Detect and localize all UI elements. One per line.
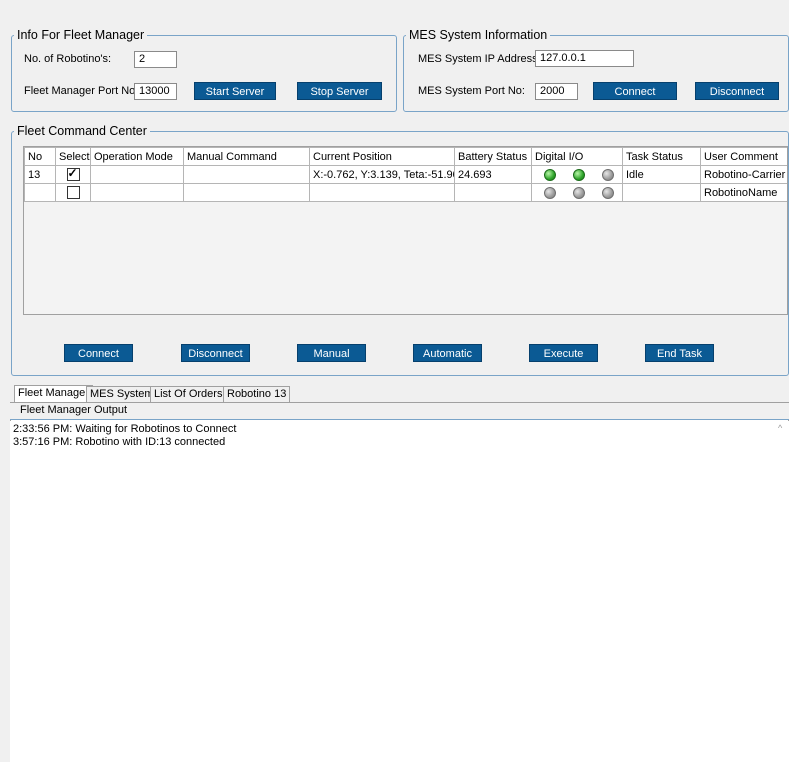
automatic-button[interactable]: Automatic [413, 344, 482, 362]
mes-ip-field[interactable]: 127.0.0.1 [535, 50, 634, 67]
column-header-current-position[interactable]: Current Position [309, 147, 455, 166]
cell-current-position[interactable]: X:-0.762, Y:3.139, Teta:-51.908 [309, 165, 455, 184]
mes-port-field[interactable]: 2000 [535, 83, 578, 100]
fleet-disconnect-button[interactable]: Disconnect [181, 344, 250, 362]
cell-manual-command[interactable] [183, 165, 310, 184]
mes-ip-label: MES System IP Address: [418, 53, 541, 65]
table-row[interactable]: 13 X:-0.762, Y:3.139, Teta:-51.908 24.69… [24, 165, 787, 184]
column-header-battery-status[interactable]: Battery Status [454, 147, 532, 166]
cell-user-comment[interactable]: Robotino-Carrier [700, 165, 787, 184]
column-header-select[interactable]: Select [55, 147, 91, 166]
tab-robotino-13[interactable]: Robotino 13 [223, 386, 291, 403]
select-checkbox[interactable] [66, 186, 80, 199]
column-header-user-comment[interactable]: User Comment [700, 147, 787, 166]
column-header-manual-command[interactable]: Manual Command [183, 147, 310, 166]
robotinos-count-field[interactable]: 2 [134, 51, 177, 68]
execute-button[interactable]: Execute [529, 344, 598, 362]
cell-task-status[interactable] [622, 183, 701, 202]
fleet-command-center-title: Fleet Command Center [17, 124, 147, 138]
fleet-manager-port-field[interactable]: 13000 [134, 83, 177, 100]
io-indicator-1 [544, 186, 556, 199]
robotinos-count-label: No. of Robotino's: [24, 53, 112, 65]
robotino-table: No Select Operation Mode Manual Command … [24, 147, 787, 202]
log-line: 3:57:16 PM: Robotino with ID:13 connecte… [13, 436, 226, 448]
scroll-up-icon[interactable]: ^ [778, 423, 782, 433]
fleet-manager-info-title: Info For Fleet Manager [17, 28, 145, 42]
mes-port-label: MES System Port No: [418, 85, 525, 97]
cell-select[interactable] [55, 165, 91, 184]
io-indicator-2 [573, 168, 585, 181]
cell-task-status[interactable]: Idle [622, 165, 701, 184]
column-header-no[interactable]: No [24, 147, 56, 166]
cell-no[interactable]: 13 [24, 165, 56, 184]
cell-operation-mode[interactable] [90, 183, 184, 202]
robotino-grid[interactable]: No Select Operation Mode Manual Command … [23, 146, 788, 315]
io-indicator-3 [602, 168, 614, 181]
log-line: 2:33:56 PM: Waiting for Robotinos to Con… [13, 423, 237, 435]
cell-digital-io [531, 183, 623, 202]
column-header-task-status[interactable]: Task Status [622, 147, 701, 166]
io-indicator-3 [602, 186, 614, 199]
io-indicator-1 [544, 168, 556, 181]
cell-operation-mode[interactable] [90, 165, 184, 184]
mes-info-title: MES System Information [409, 28, 548, 42]
grid-header-row: No Select Operation Mode Manual Command … [24, 147, 787, 166]
cell-battery-status[interactable] [454, 183, 532, 202]
cell-digital-io [531, 165, 623, 184]
cell-battery-status[interactable]: 24.693 [454, 165, 532, 184]
output-header: Fleet Manager Output [10, 403, 789, 420]
stop-server-button[interactable]: Stop Server [297, 82, 382, 100]
start-server-button[interactable]: Start Server [194, 82, 276, 100]
cell-user-comment[interactable]: RobotinoName [700, 183, 787, 202]
cell-current-position[interactable] [309, 183, 455, 202]
mes-connect-button[interactable]: Connect [593, 82, 677, 100]
tab-fleet-manager[interactable]: Fleet Manager [14, 385, 93, 403]
cell-select[interactable] [55, 183, 91, 202]
column-header-operation-mode[interactable]: Operation Mode [90, 147, 184, 166]
manual-button[interactable]: Manual [297, 344, 366, 362]
fleet-manager-port-label: Fleet Manager Port No: [24, 85, 139, 97]
table-row[interactable]: RobotinoName [24, 183, 787, 202]
mes-disconnect-button[interactable]: Disconnect [695, 82, 779, 100]
io-indicator-2 [573, 186, 585, 199]
end-task-button[interactable]: End Task [645, 344, 714, 362]
output-log[interactable]: 2:33:56 PM: Waiting for Robotinos to Con… [10, 421, 789, 762]
column-header-digital-io[interactable]: Digital I/O [531, 147, 623, 166]
tab-mes-system[interactable]: MES System [86, 386, 158, 403]
select-checkbox[interactable] [66, 167, 80, 181]
tab-list-of-orders[interactable]: List Of Orders [150, 386, 227, 403]
fleet-connect-button[interactable]: Connect [64, 344, 133, 362]
cell-manual-command[interactable] [183, 183, 310, 202]
cell-no[interactable] [24, 183, 56, 202]
